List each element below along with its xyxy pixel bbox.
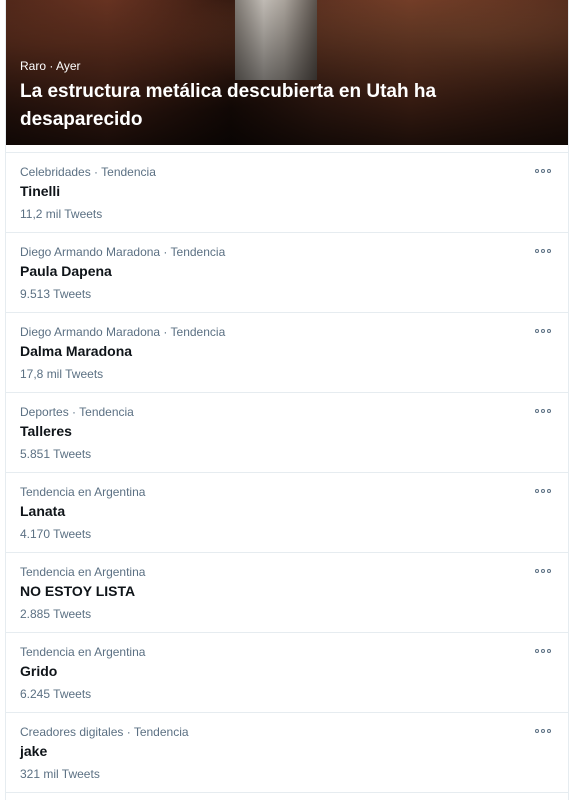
more-options-button[interactable] <box>532 244 554 258</box>
more-options-button[interactable] <box>532 564 554 578</box>
trend-item[interactable]: Diego Armando Maradona · Tendencia Paula… <box>6 233 568 313</box>
more-options-button[interactable] <box>532 644 554 658</box>
trend-item[interactable]: Celebridades · Tendencia Tinelli 11,2 mi… <box>6 153 568 233</box>
more-options-button[interactable] <box>532 484 554 498</box>
more-horizontal-icon <box>535 169 551 173</box>
featured-news-time: Ayer <box>56 59 81 73</box>
trend-tweet-count: 4.170 Tweets <box>20 527 92 541</box>
trend-tweet-count: 321 mil Tweets <box>20 767 100 781</box>
trend-item[interactable]: Tendencia en Argentina Lanata 4.170 Twee… <box>6 473 568 553</box>
trend-tweet-count: 17,8 mil Tweets <box>20 367 104 381</box>
trend-item[interactable]: Deportes · Tendencia Talleres 5.851 Twee… <box>6 393 568 473</box>
trend-name: Grido <box>20 663 58 679</box>
more-options-button[interactable] <box>532 404 554 418</box>
trend-item[interactable]: Tendencia en Argentina NO ESTOY LISTA 2.… <box>6 553 568 633</box>
trend-list: Celebridades · Tendencia Tinelli 11,2 mi… <box>6 152 568 793</box>
trend-tweet-count: 11,2 mil Tweets <box>20 207 103 221</box>
trend-name: Tinelli <box>20 183 61 199</box>
more-horizontal-icon <box>535 569 551 573</box>
more-horizontal-icon <box>535 729 551 733</box>
trend-tweet-count: 2.885 Tweets <box>20 607 92 621</box>
trend-name: Dalma Maradona <box>20 343 133 359</box>
featured-news-meta: Raro · Ayer <box>20 59 81 73</box>
trend-item[interactable]: Creadores digitales · Tendencia jake 321… <box>6 713 568 793</box>
more-horizontal-icon <box>535 249 551 253</box>
featured-news-headline: La estructura metálica descubierta en Ut… <box>20 81 437 130</box>
trend-name: NO ESTOY LISTA <box>20 583 136 599</box>
trend-name: jake <box>20 743 48 759</box>
trend-context: Celebridades · Tendencia <box>20 165 156 179</box>
trend-context: Tendencia en Argentina <box>20 485 146 499</box>
trend-context: Creadores digitales · Tendencia <box>20 725 189 739</box>
trend-context: Deportes · Tendencia <box>20 405 134 419</box>
trend-name: Paula Dapena <box>20 263 112 279</box>
trend-item[interactable]: Tendencia en Argentina Grido 6.245 Tweet… <box>6 633 568 713</box>
more-horizontal-icon <box>535 409 551 413</box>
featured-news-category: Raro <box>20 59 47 73</box>
trend-item[interactable]: Diego Armando Maradona · Tendencia Dalma… <box>6 313 568 393</box>
more-horizontal-icon <box>535 489 551 493</box>
trend-name: Talleres <box>20 423 72 439</box>
trend-tweet-count: 5.851 Tweets <box>20 447 92 461</box>
trend-name: Lanata <box>20 503 66 519</box>
more-horizontal-icon <box>535 329 551 333</box>
more-options-button[interactable] <box>532 324 554 338</box>
trends-panel: Raro · Ayer La estructura metálica descu… <box>5 0 569 800</box>
trend-context: Diego Armando Maradona · Tendencia <box>20 325 226 339</box>
trend-context: Tendencia en Argentina <box>20 565 146 579</box>
more-options-button[interactable] <box>532 724 554 738</box>
featured-news-card[interactable]: Raro · Ayer La estructura metálica descu… <box>6 0 568 145</box>
more-horizontal-icon <box>535 649 551 653</box>
trend-tweet-count: 9.513 Tweets <box>20 287 92 301</box>
trend-tweet-count: 6.245 Tweets <box>20 687 92 701</box>
trend-context: Diego Armando Maradona · Tendencia <box>20 245 226 259</box>
trend-context: Tendencia en Argentina <box>20 645 146 659</box>
more-options-button[interactable] <box>532 164 554 178</box>
meta-separator: · <box>49 59 54 73</box>
